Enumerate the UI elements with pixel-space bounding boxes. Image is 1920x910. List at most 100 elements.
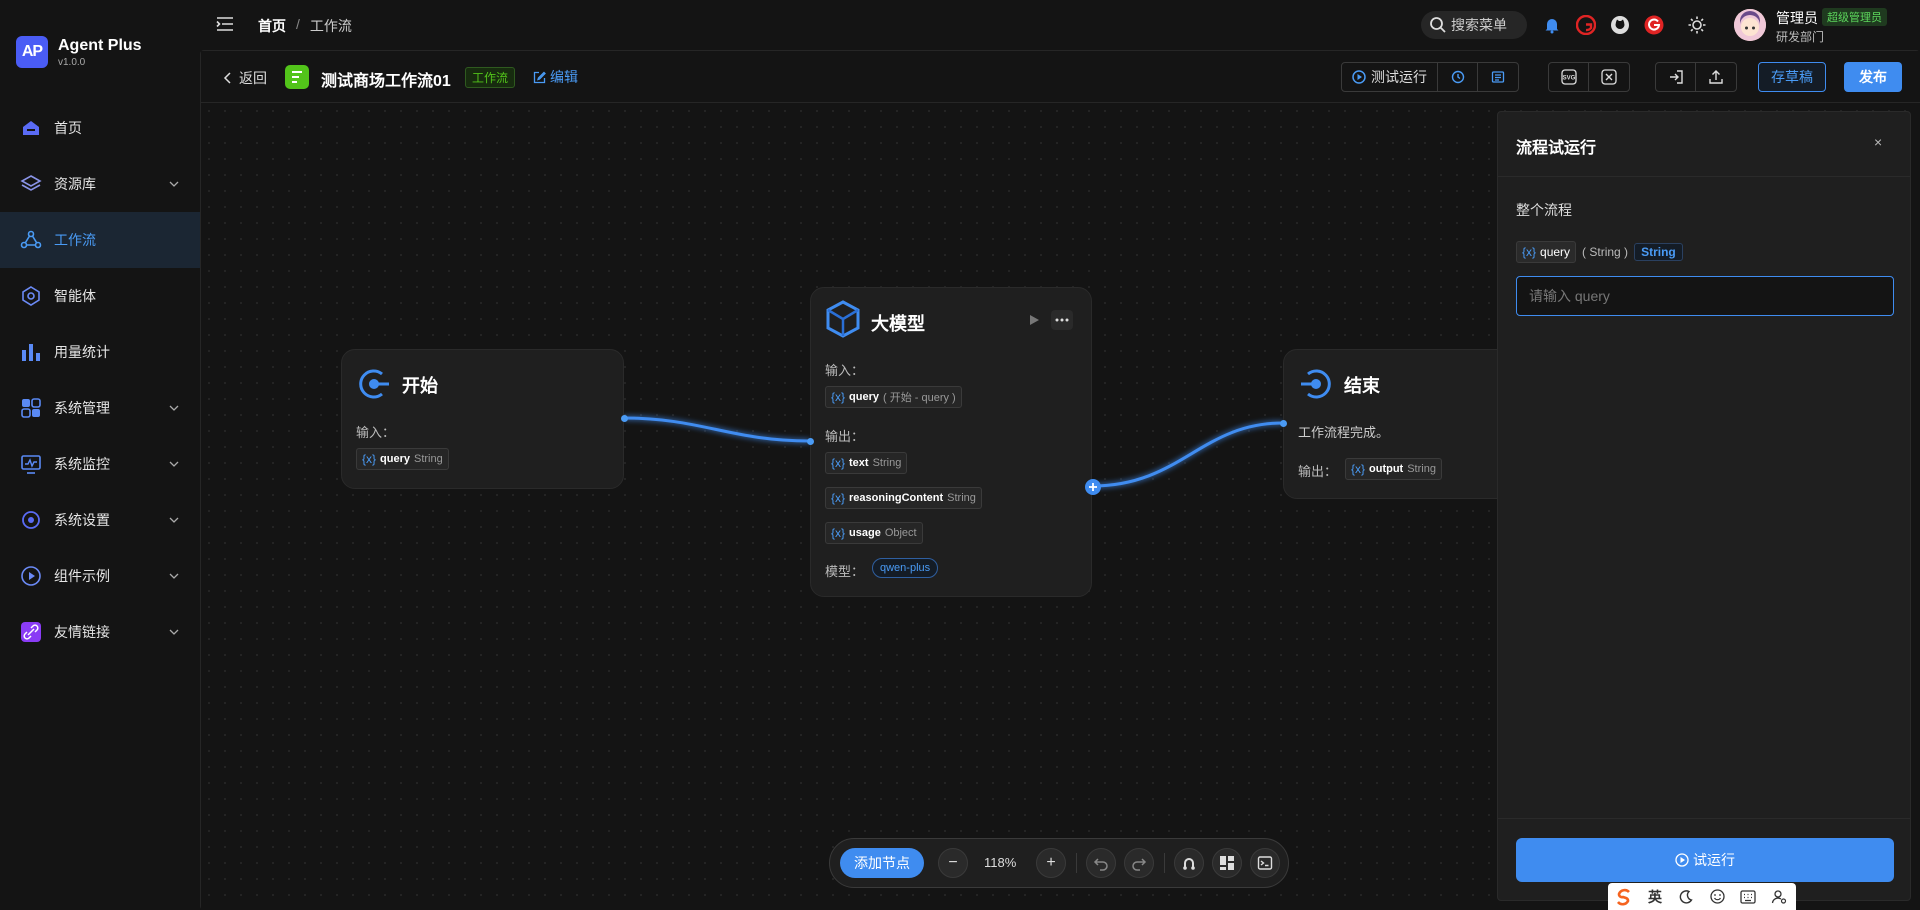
divider bbox=[1164, 853, 1165, 873]
grid-icon bbox=[20, 397, 42, 419]
github-icon[interactable] bbox=[1609, 14, 1631, 36]
sidebar-item-friend-links[interactable]: 友情链接 bbox=[0, 604, 200, 660]
app-logo[interactable]: AP Agent Plus v1.0.0 bbox=[16, 36, 142, 68]
end-var-output[interactable]: {x} output String bbox=[1345, 458, 1442, 480]
svg-text:SVG: SVG bbox=[1562, 76, 1575, 82]
edge-start-to-llm[interactable] bbox=[623, 416, 811, 443]
back-button[interactable]: 返回 bbox=[223, 68, 267, 88]
clear-canvas-button[interactable] bbox=[1589, 63, 1629, 91]
avatar[interactable] bbox=[1734, 9, 1766, 41]
log-icon bbox=[1491, 71, 1505, 83]
edit-button[interactable]: 编辑 bbox=[533, 67, 578, 87]
user-name[interactable]: 管理员 bbox=[1776, 8, 1818, 28]
trial-run-button[interactable]: 试运行 bbox=[1516, 838, 1894, 882]
sidebar-item-components[interactable]: 组件示例 bbox=[0, 548, 200, 604]
llm-input-handle[interactable] bbox=[807, 438, 814, 445]
sidebar-item-home[interactable]: 首页 bbox=[0, 100, 200, 156]
export-svg-button[interactable]: SVG bbox=[1549, 63, 1589, 91]
llm-input-label: 输入： bbox=[825, 363, 865, 378]
end-node-icon bbox=[1301, 369, 1331, 399]
chevron-left-icon bbox=[223, 72, 231, 84]
publish-button[interactable]: 发布 bbox=[1844, 62, 1902, 92]
start-output-handle[interactable] bbox=[621, 415, 628, 422]
import-export-group: SVG bbox=[1548, 62, 1630, 92]
moon-icon[interactable] bbox=[1676, 887, 1696, 907]
start-node-title: 开始 bbox=[402, 376, 438, 396]
divider bbox=[1498, 176, 1910, 177]
save-draft-button[interactable]: 存草稿 bbox=[1758, 62, 1826, 92]
node-run-button[interactable] bbox=[1024, 310, 1044, 330]
plus-icon bbox=[1089, 483, 1097, 491]
sidebar-item-label: 工作流 bbox=[54, 232, 96, 248]
param-query-row: {x} query ( String ) String bbox=[1516, 241, 1683, 263]
sidebar-item-agent[interactable]: 智能体 bbox=[0, 268, 200, 324]
emoji-icon[interactable] bbox=[1707, 887, 1727, 907]
import-icon bbox=[1669, 70, 1683, 84]
import-button[interactable] bbox=[1656, 63, 1696, 91]
llm-input-var-query[interactable]: {x} query ( 开始 - query ) bbox=[825, 386, 962, 408]
bell-icon[interactable] bbox=[1541, 14, 1563, 36]
end-input-handle[interactable] bbox=[1280, 420, 1287, 427]
node-more-button[interactable] bbox=[1051, 310, 1073, 330]
test-run-button[interactable]: 测试运行 bbox=[1342, 63, 1438, 91]
llm-output-var-usage[interactable]: {x} usage Object bbox=[825, 522, 923, 544]
add-node-button[interactable]: 添加节点 bbox=[840, 848, 924, 878]
play-icon bbox=[1030, 315, 1039, 325]
llm-node-title: 大模型 bbox=[871, 314, 925, 334]
export-button[interactable] bbox=[1696, 63, 1736, 91]
bar-chart-icon bbox=[20, 341, 42, 363]
zoom-out-button[interactable]: − bbox=[938, 848, 968, 878]
theme-toggle-icon[interactable] bbox=[1686, 14, 1708, 36]
keyboard-icon[interactable] bbox=[1738, 887, 1758, 907]
clear-icon bbox=[1601, 69, 1617, 85]
redo-button[interactable] bbox=[1124, 848, 1154, 878]
chevron-down-icon bbox=[169, 181, 179, 187]
user-settings-icon[interactable] bbox=[1769, 887, 1789, 907]
breadcrumb-current: 工作流 bbox=[309, 18, 352, 34]
sidebar: AP Agent Plus v1.0.0 首页 资源库 工作流 智能体 用量统计… bbox=[0, 0, 200, 910]
start-var-query[interactable]: {x} query String bbox=[356, 448, 449, 470]
sidebar-item-system-monitor[interactable]: 系统监控 bbox=[0, 436, 200, 492]
ime-toolbar: 英 bbox=[1608, 883, 1796, 910]
canvas-bottom-toolbar: 添加节点 − 118% + bbox=[829, 838, 1289, 888]
variable-icon: {x} bbox=[831, 390, 846, 404]
zoom-in-button[interactable]: + bbox=[1036, 848, 1066, 878]
sidebar-item-label: 友情链接 bbox=[54, 624, 110, 640]
edge-llm-to-end[interactable] bbox=[1091, 421, 1284, 488]
sidebar-item-usage-stats[interactable]: 用量统计 bbox=[0, 324, 200, 380]
llm-model-tag[interactable]: qwen-plus bbox=[872, 558, 939, 578]
query-input[interactable] bbox=[1516, 276, 1894, 316]
close-icon[interactable]: × bbox=[1874, 134, 1888, 150]
search-menu-button[interactable]: 搜索菜单 bbox=[1421, 11, 1527, 39]
undo-button[interactable] bbox=[1086, 848, 1116, 878]
run-icon bbox=[1675, 853, 1689, 867]
panel-title: 流程试运行 bbox=[1516, 140, 1597, 157]
run-log-button[interactable] bbox=[1478, 63, 1518, 91]
auto-layout-button[interactable] bbox=[1212, 848, 1242, 878]
auto-connect-button[interactable] bbox=[1174, 848, 1204, 878]
menu-toggle-icon[interactable] bbox=[216, 16, 234, 32]
run-history-button[interactable] bbox=[1438, 63, 1478, 91]
start-node[interactable]: 开始 输入： {x} query String bbox=[341, 349, 628, 489]
llm-output-var-reasoning[interactable]: {x} reasoningContent String bbox=[825, 487, 982, 509]
sidebar-item-workflow[interactable]: 工作流 bbox=[0, 212, 200, 268]
llm-output-var-text[interactable]: {x} text String bbox=[825, 452, 908, 474]
sogou-logo-icon[interactable] bbox=[1614, 887, 1634, 907]
sidebar-item-resources[interactable]: 资源库 bbox=[0, 156, 200, 212]
ime-language[interactable]: 英 bbox=[1645, 887, 1665, 907]
breadcrumb-home[interactable]: 首页 bbox=[258, 16, 286, 36]
search-label: 搜索菜单 bbox=[1451, 17, 1507, 33]
sidebar-item-system-settings[interactable]: 系统设置 bbox=[0, 492, 200, 548]
variable-icon: {x} bbox=[1351, 462, 1366, 476]
sidebar-item-system-management[interactable]: 系统管理 bbox=[0, 380, 200, 436]
llm-node[interactable]: 大模型 输入： {x} query ( 开始 - query ) 输出： {x}… bbox=[807, 287, 1101, 597]
gitee-icon[interactable] bbox=[1575, 14, 1597, 36]
end-node[interactable]: 结束 工作流程完成。 输出： {x} output String bbox=[1280, 349, 1523, 499]
user-department: 研发部门 bbox=[1776, 30, 1825, 44]
gitcode-icon[interactable] bbox=[1643, 14, 1665, 36]
layout-icon bbox=[1220, 856, 1234, 870]
end-node-title: 结束 bbox=[1344, 376, 1380, 396]
add-next-node-button[interactable] bbox=[1085, 479, 1101, 495]
workflow-toolbar: 返回 测试商场工作流01 工作流 编辑 测试运行 SVG 存草稿 发布 bbox=[201, 51, 1920, 103]
console-button[interactable] bbox=[1250, 848, 1280, 878]
